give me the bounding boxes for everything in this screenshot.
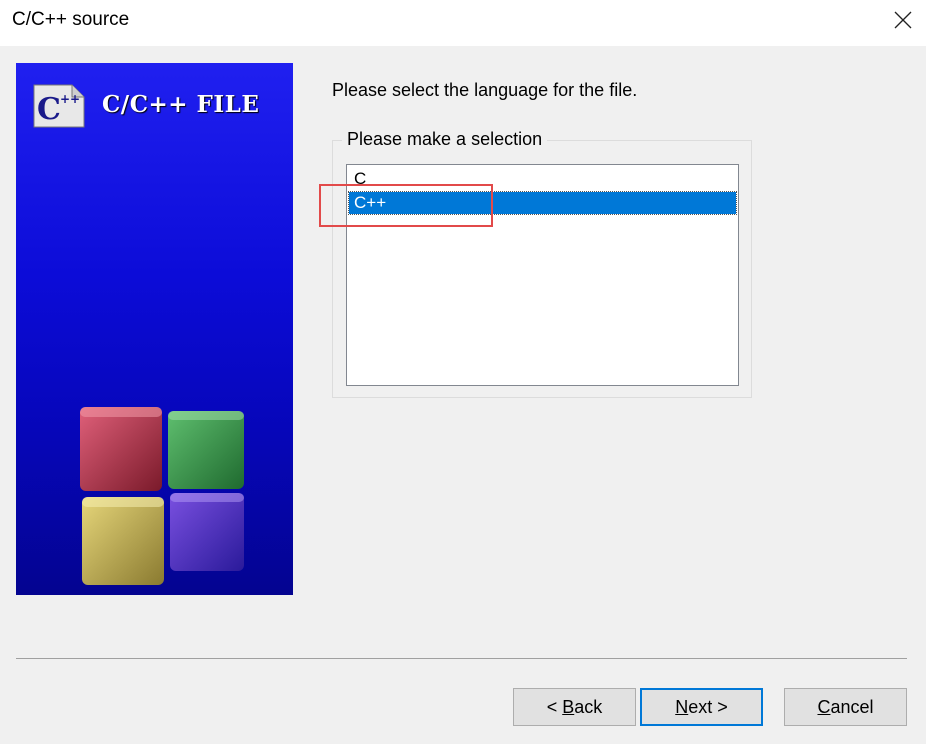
banner-title: C/C++ FILE: [102, 91, 260, 118]
next-rest: ext >: [688, 696, 728, 717]
green-cube: [168, 411, 244, 489]
title-bar: C/C++ source: [0, 0, 926, 46]
language-listbox[interactable]: C C++: [346, 164, 739, 386]
purple-cube: [170, 493, 244, 571]
svg-text:++: ++: [60, 92, 80, 106]
groupbox-label: Please make a selection: [342, 129, 548, 150]
back-rest: ack: [574, 696, 603, 717]
cubes-logo: [80, 407, 244, 585]
back-button[interactable]: < Back: [513, 688, 636, 726]
list-item-cpp[interactable]: C++: [348, 191, 737, 215]
next-accel: N: [675, 696, 689, 717]
cancel-button[interactable]: Cancel: [784, 688, 907, 726]
prompt-text: Please select the language for the file.: [332, 80, 638, 100]
close-icon: [894, 11, 912, 29]
list-item-c[interactable]: C: [349, 168, 736, 190]
svg-text:C: C: [37, 92, 61, 127]
wizard-banner: C ++ C/C++ FILE: [16, 63, 293, 595]
c-plus-plus-file-icon: C ++: [33, 84, 85, 128]
footer-separator: [16, 658, 907, 659]
window-title: C/C++ source: [12, 9, 130, 30]
back-accel: B: [562, 696, 575, 717]
back-prefix: <: [546, 696, 563, 717]
red-cube: [80, 407, 162, 491]
cancel-rest: ancel: [830, 696, 874, 717]
next-button[interactable]: Next >: [640, 688, 763, 726]
yellow-cube: [82, 497, 164, 585]
cancel-accel: C: [817, 696, 831, 717]
close-button[interactable]: [880, 0, 926, 40]
